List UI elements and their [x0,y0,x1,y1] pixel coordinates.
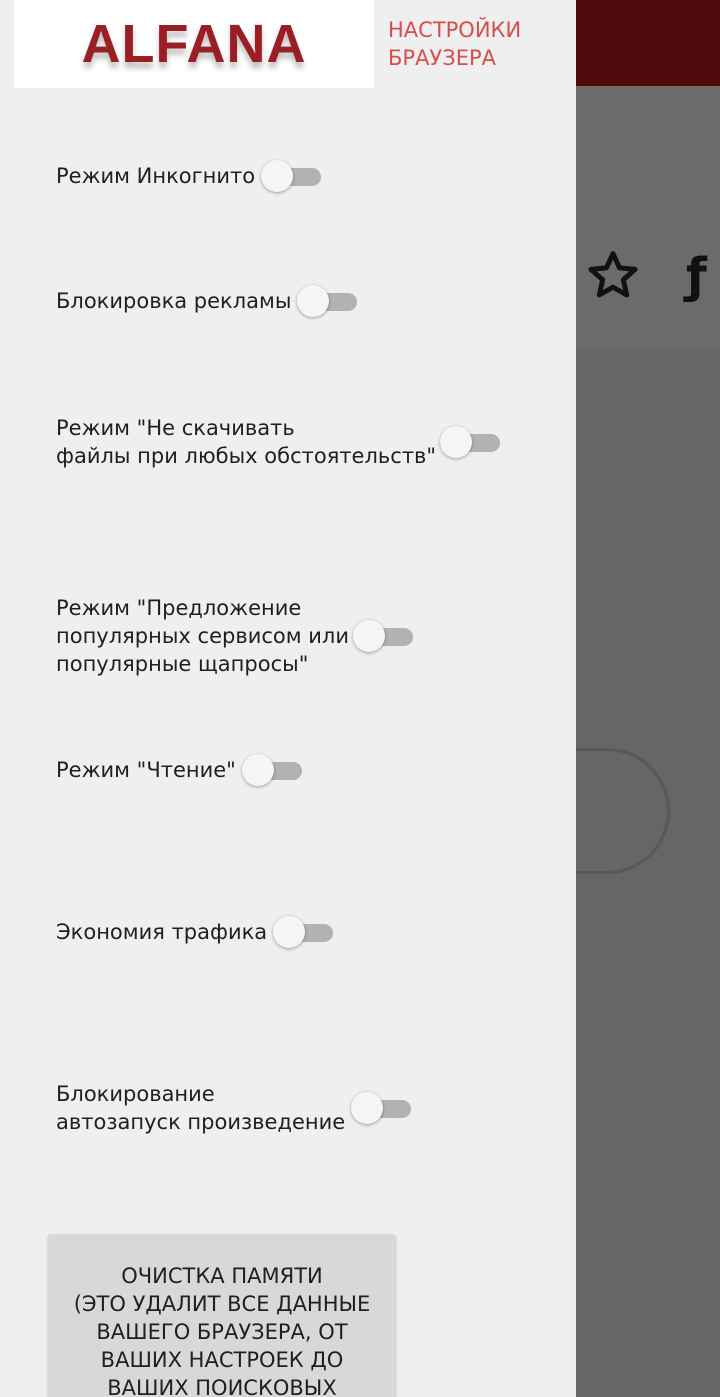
setting-label: Режим Инкогнито [56,164,256,188]
setting-no-download[interactable]: Режим "Не скачивать файлы при любых обст… [56,414,502,470]
switch-thumb [351,1092,384,1124]
setting-label: Блокирование автозапуск произведение [56,1082,346,1134]
switch-thumb [261,160,294,192]
autoplay-block-toggle[interactable] [351,1092,413,1124]
star-icon [588,251,638,298]
switch-thumb [440,426,473,458]
setting-label: Режим "Предложение популярных сервисом и… [56,596,349,676]
setting-label: Режим "Не скачивать файлы при любых обст… [56,416,437,468]
setting-traffic-saving[interactable]: Экономия трафика [56,916,335,948]
setting-reading[interactable]: Режим "Чтение" [56,754,304,786]
switch-thumb [273,916,306,948]
logo-text: ALFANA [81,14,307,74]
setting-label: Экономия трафика [56,920,268,944]
setting-ad-block[interactable]: Блокировка рекламы [56,285,359,317]
setting-incognito[interactable]: Режим Инкогнито [56,160,323,192]
incognito-toggle[interactable] [261,160,323,192]
settings-drawer: ALFANA НАСТРОЙКИ БРАУЗЕРА Режим Инкогнит… [0,0,576,1397]
ad-block-toggle[interactable] [297,285,359,317]
traffic-saving-toggle[interactable] [273,916,335,948]
setting-label: Блокировка рекламы [56,289,292,313]
partial-icon: ƒ [686,248,707,304]
setting-label: Режим "Чтение" [56,758,236,782]
reading-toggle[interactable] [241,754,304,786]
logo: ALFANA [14,0,374,88]
suggestions-toggle[interactable] [353,620,415,652]
setting-autoplay-block[interactable]: Блокирование автозапуск произведение [56,1080,413,1136]
setting-suggestions[interactable]: Режим "Предложение популярных сервисом и… [56,594,415,678]
drawer-title: НАСТРОЙКИ БРАУЗЕРА [388,18,522,70]
switch-thumb [241,754,274,786]
clear-memory-button[interactable]: ОЧИСТКА ПАМЯТИ (ЭТО УДАЛИТ ВСЕ ДАННЫЕ ВА… [48,1234,396,1397]
switch-thumb [353,620,385,652]
switch-thumb [297,285,330,317]
no-download-toggle[interactable] [440,426,502,458]
background-toolbar [576,86,720,348]
